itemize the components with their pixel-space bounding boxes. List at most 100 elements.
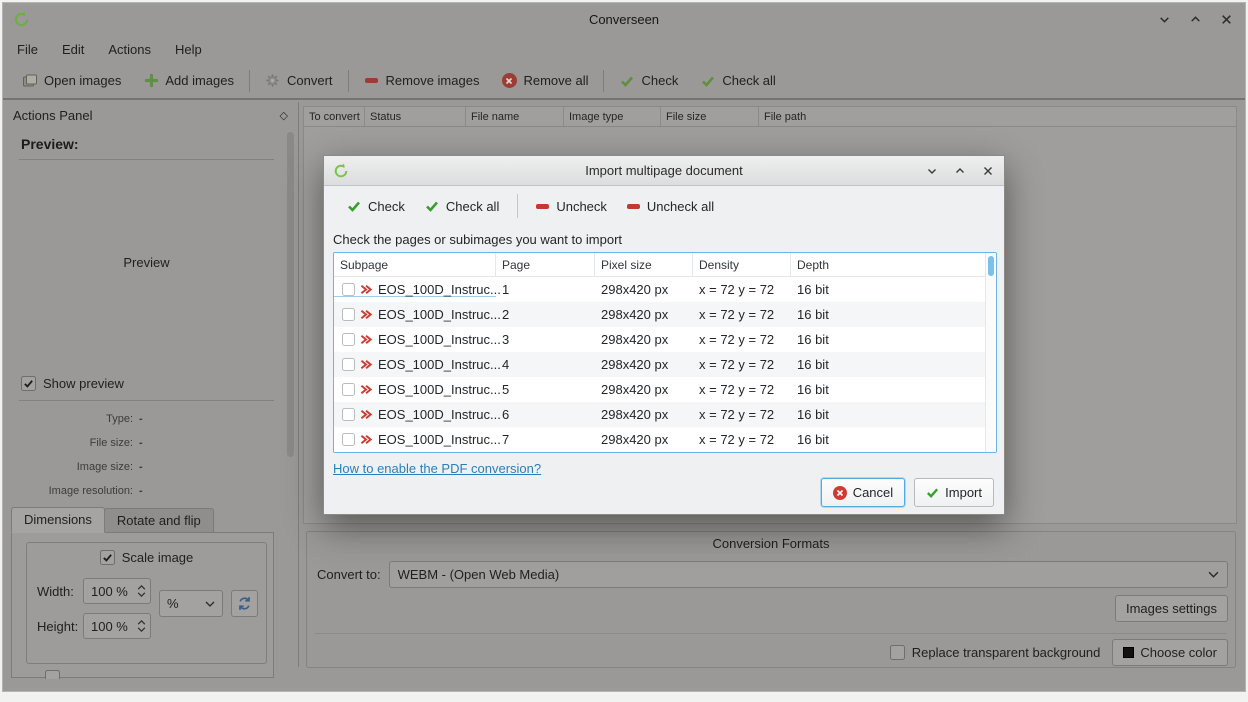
- menu-file[interactable]: File: [17, 42, 38, 57]
- col-subpage[interactable]: Subpage: [334, 253, 496, 276]
- density-cell: x = 72 y = 72: [693, 382, 791, 397]
- uncheck-all-button[interactable]: Uncheck all: [617, 191, 724, 221]
- table-row[interactable]: EOS_100D_Instruc...1298x420 pxx = 72 y =…: [334, 277, 985, 302]
- depth-cell: 16 bit: [791, 357, 985, 372]
- page-cell: 2: [496, 307, 595, 322]
- remove-images-button[interactable]: Remove images: [353, 63, 491, 98]
- open-images-button[interactable]: Open images: [11, 63, 132, 98]
- remove-all-button[interactable]: Remove all: [490, 63, 599, 98]
- tab-rotate-and-flip[interactable]: Rotate and flip: [104, 508, 214, 533]
- table-row[interactable]: EOS_100D_Instruc...6298x420 pxx = 72 y =…: [334, 402, 985, 427]
- convert-button[interactable]: Convert: [254, 63, 344, 98]
- pixel-size-cell: 298x420 px: [595, 357, 693, 372]
- check-button[interactable]: Check: [337, 191, 415, 221]
- col-file-name[interactable]: File name: [466, 107, 564, 126]
- uncheck-icon: [536, 204, 549, 209]
- check-all-button[interactable]: Check all: [689, 63, 786, 98]
- row-checkbox[interactable]: [342, 433, 355, 446]
- import-check-icon: [926, 486, 939, 499]
- pdf-file-icon: [360, 308, 373, 321]
- subpage-cell[interactable]: EOS_100D_Instruc...: [334, 332, 496, 347]
- col-pixel-size[interactable]: Pixel size: [595, 253, 693, 276]
- width-label: Width:: [37, 584, 74, 599]
- maximize-icon[interactable]: [954, 165, 966, 177]
- height-spinbox[interactable]: 100 %: [83, 613, 151, 639]
- table-row[interactable]: EOS_100D_Instruc...4298x420 pxx = 72 y =…: [334, 352, 985, 377]
- preview-heading: Preview:: [21, 136, 79, 152]
- col-image-type[interactable]: Image type: [564, 107, 661, 126]
- maximize-icon[interactable]: [1189, 13, 1202, 26]
- scale-image-checkbox[interactable]: Scale image: [100, 550, 194, 565]
- float-panel-icon[interactable]: ◇: [280, 109, 288, 122]
- format-select[interactable]: WEBM - (Open Web Media): [389, 561, 1228, 588]
- close-icon[interactable]: [1220, 13, 1233, 26]
- row-checkbox[interactable]: [342, 408, 355, 421]
- row-checkbox[interactable]: [342, 333, 355, 346]
- spin-arrows-icon[interactable]: [137, 580, 146, 602]
- screen: Converseen File Edit Actions Help Open i…: [0, 0, 1248, 702]
- row-checkbox[interactable]: [342, 308, 355, 321]
- check-all-button[interactable]: Check all: [415, 191, 509, 221]
- uncheck-button[interactable]: Uncheck: [526, 191, 617, 221]
- subpage-cell[interactable]: EOS_100D_Instruc...: [334, 307, 496, 322]
- menu-help[interactable]: Help: [175, 42, 202, 57]
- page-cell: 1: [496, 282, 595, 297]
- col-status[interactable]: Status: [365, 107, 466, 126]
- toolbar-separator: [603, 70, 604, 92]
- convert-gear-icon: [265, 73, 281, 89]
- swap-dimensions-button[interactable]: [231, 590, 258, 617]
- close-icon[interactable]: [982, 165, 994, 177]
- row-checkbox[interactable]: [342, 383, 355, 396]
- table-row[interactable]: EOS_100D_Instruc...5298x420 pxx = 72 y =…: [334, 377, 985, 402]
- subpage-cell[interactable]: EOS_100D_Instruc...: [334, 357, 496, 372]
- row-checkbox[interactable]: [342, 358, 355, 371]
- toolbar-separator: [348, 70, 349, 92]
- check-button[interactable]: Check: [608, 63, 689, 98]
- add-images-button[interactable]: Add images: [132, 63, 245, 98]
- show-preview-checkbox[interactable]: Show preview: [21, 376, 124, 391]
- subpage-cell[interactable]: EOS_100D_Instruc...: [334, 282, 496, 297]
- menu-actions[interactable]: Actions: [108, 42, 151, 57]
- col-depth[interactable]: Depth: [791, 253, 985, 276]
- col-file-path[interactable]: File path: [759, 107, 1236, 126]
- spin-arrows-icon[interactable]: [137, 615, 146, 637]
- dimensions-tab-panel: Scale image Width: 100 % Height:: [11, 532, 274, 678]
- table-row[interactable]: EOS_100D_Instruc...7298x420 pxx = 72 y =…: [334, 427, 985, 452]
- choose-color-button[interactable]: Choose color: [1112, 639, 1228, 666]
- pixel-size-cell: 298x420 px: [595, 332, 693, 347]
- minimize-icon[interactable]: [1158, 13, 1171, 26]
- width-spinbox[interactable]: 100 %: [83, 578, 151, 604]
- replace-transparent-background-checkbox[interactable]: Replace transparent background: [890, 645, 1101, 660]
- col-to-convert[interactable]: To convert: [304, 107, 365, 126]
- subpage-cell[interactable]: EOS_100D_Instruc...: [334, 407, 496, 422]
- subpage-name: EOS_100D_Instruc...: [378, 307, 501, 322]
- row-checkbox[interactable]: [342, 283, 355, 296]
- unit-select[interactable]: %: [159, 590, 223, 617]
- table-row[interactable]: EOS_100D_Instruc...3298x420 pxx = 72 y =…: [334, 327, 985, 352]
- pixel-size-cell: 298x420 px: [595, 307, 693, 322]
- subpage-cell[interactable]: EOS_100D_Instruc...: [334, 432, 496, 447]
- panel-scrollbar[interactable]: [287, 132, 294, 457]
- tab-dimensions[interactable]: Dimensions: [11, 507, 105, 533]
- subpage-name: EOS_100D_Instruc...: [378, 357, 501, 372]
- minimize-icon[interactable]: [926, 165, 938, 177]
- col-density[interactable]: Density: [693, 253, 791, 276]
- scrollbar-thumb[interactable]: [988, 256, 994, 276]
- divider: [19, 400, 274, 401]
- col-page[interactable]: Page: [496, 253, 595, 276]
- depth-cell: 16 bit: [791, 307, 985, 322]
- main-titlebar: Converseen: [3, 3, 1245, 35]
- col-file-size[interactable]: File size: [661, 107, 759, 126]
- cancel-button[interactable]: Cancel: [821, 478, 905, 507]
- subpage-name: EOS_100D_Instruc...: [378, 282, 501, 297]
- pdf-conversion-help-link[interactable]: How to enable the PDF conversion?: [333, 461, 541, 476]
- menu-edit[interactable]: Edit: [62, 42, 84, 57]
- subpage-cell[interactable]: EOS_100D_Instruc...: [334, 382, 496, 397]
- table-row[interactable]: EOS_100D_Instruc...2298x420 pxx = 72 y =…: [334, 302, 985, 327]
- main-toolbar: Open images Add images Convert Remove im…: [3, 63, 1245, 100]
- table-scrollbar[interactable]: [985, 253, 996, 452]
- conversion-formats-group: Conversion Formats Convert to: WEBM - (O…: [306, 531, 1236, 668]
- images-settings-button[interactable]: Images settings: [1115, 595, 1228, 622]
- import-button[interactable]: Import: [914, 478, 994, 507]
- panel-tabs: Dimensions Rotate and flip: [11, 507, 214, 533]
